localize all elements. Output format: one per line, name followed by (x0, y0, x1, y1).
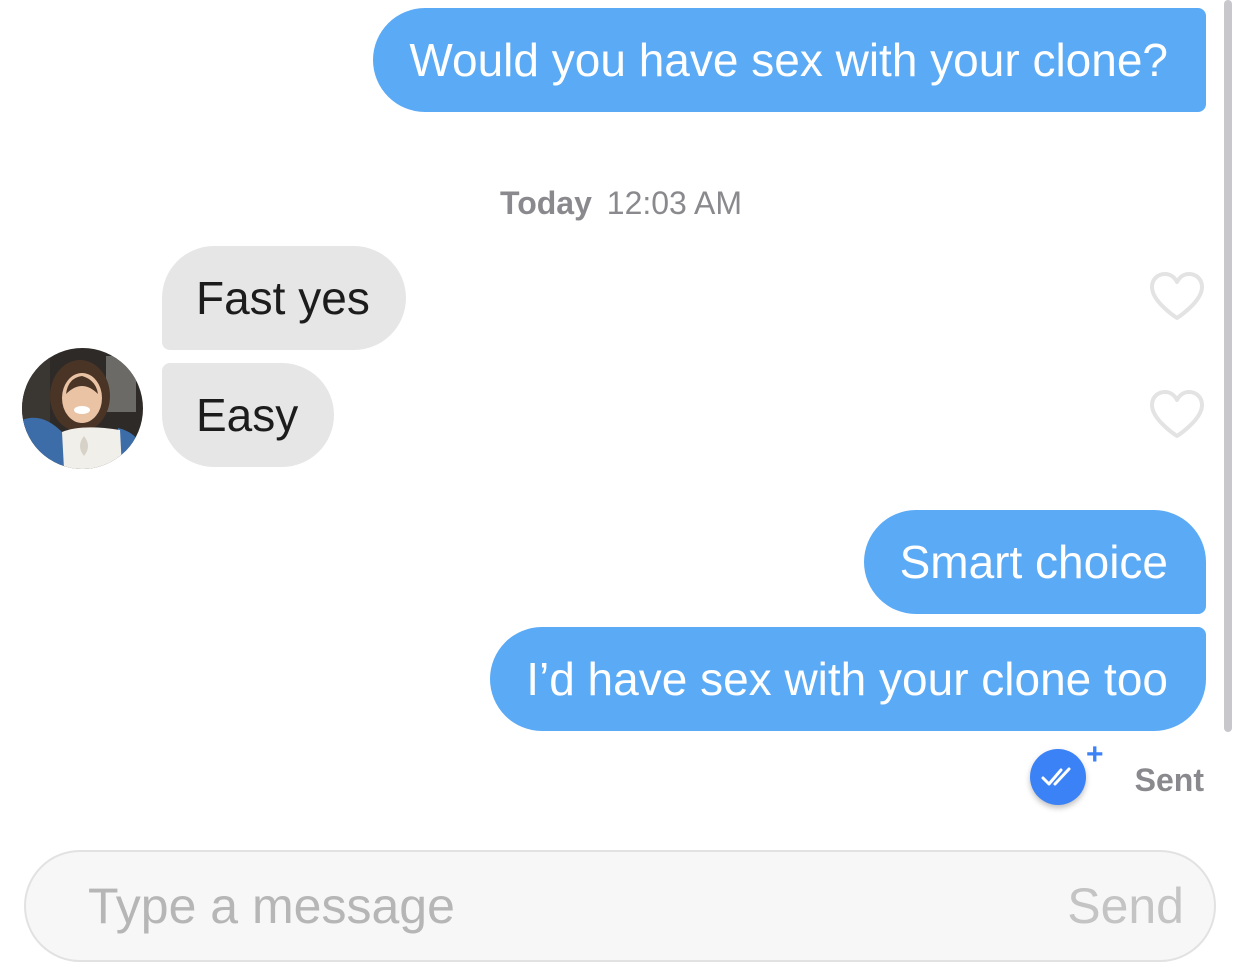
message-outgoing[interactable]: Would you have sex with your clone? (373, 8, 1206, 112)
message-incoming[interactable]: Fast yes (162, 246, 406, 350)
double-check-icon (1041, 767, 1071, 786)
message-outgoing[interactable]: I’d have sex with your clone too (490, 627, 1206, 731)
message-composer: Send (24, 850, 1216, 962)
receipt-plus-icon: + (1086, 738, 1104, 771)
like-heart-icon[interactable] (1148, 270, 1206, 322)
message-input[interactable] (86, 876, 1068, 936)
timestamp-day: Today (500, 185, 592, 221)
like-heart-icon[interactable] (1148, 388, 1206, 440)
message-text: I’d have sex with your clone too (526, 653, 1168, 705)
scrollbar[interactable] (1224, 0, 1232, 732)
message-text: Would you have sex with your clone? (409, 34, 1168, 86)
message-text: Fast yes (196, 272, 370, 324)
read-receipt-badge[interactable] (1030, 749, 1086, 805)
delivery-status: Sent (1134, 762, 1204, 798)
message-incoming[interactable]: Easy (162, 363, 335, 467)
message-timestamp: Today 12:03 AM (0, 185, 1242, 222)
message-outgoing[interactable]: Smart choice (863, 510, 1206, 614)
message-text: Smart choice (899, 536, 1168, 588)
message-text: Easy (196, 389, 299, 441)
timestamp-time: 12:03 AM (606, 185, 742, 221)
contact-avatar[interactable] (22, 348, 143, 469)
send-button[interactable]: Send (1067, 877, 1184, 935)
